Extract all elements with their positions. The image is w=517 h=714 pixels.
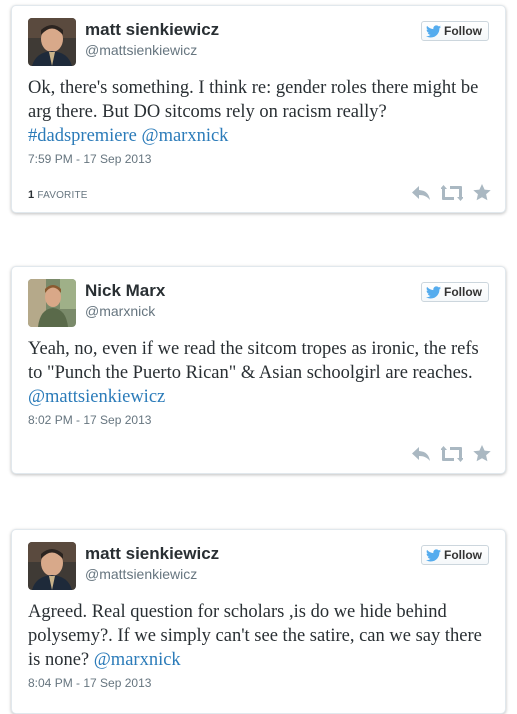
favorite-star-icon[interactable] [473,184,491,201]
favorite-count-label: FAVORITE [37,190,88,201]
avatar[interactable] [28,542,76,590]
follow-button[interactable]: Follow [421,545,489,565]
avatar-image [28,18,76,66]
tweet-actions [411,445,491,462]
tweet-timestamp[interactable]: 8:02 PM - 17 Sep 2013 [28,413,151,427]
tweet-text: Agreed. Real question for scholars ,is d… [28,600,487,672]
tweet-card: matt sienkiewicz @mattsienkiewicz Follow… [11,529,506,714]
mention-link[interactable]: @mattsienkiewicz [28,387,165,407]
author-handle[interactable]: @marxnick [85,303,155,319]
favorite-star-icon[interactable] [473,445,491,462]
tweet-text: Ok, there's something. I think re: gende… [28,76,487,148]
tweet-body: Ok, there's something. I think re: gende… [28,78,479,122]
tweet-actions [411,184,491,201]
follow-button[interactable]: Follow [421,282,489,302]
author-name[interactable]: matt sienkiewicz [85,20,219,40]
reply-icon[interactable] [411,446,431,462]
follow-label: Follow [444,548,482,562]
mention-link[interactable]: @marxnick [94,650,181,670]
follow-label: Follow [444,24,482,38]
retweet-icon[interactable] [441,184,463,201]
favorite-count[interactable]: 1 FAVORITE [28,189,88,201]
mention-link[interactable]: @marxnick [142,126,229,146]
author-name[interactable]: matt sienkiewicz [85,544,219,564]
favorite-count-number: 1 [28,189,35,201]
author-handle[interactable]: @mattsienkiewicz [85,42,197,58]
author-handle[interactable]: @mattsienkiewicz [85,566,197,582]
reply-icon[interactable] [411,185,431,201]
tweet-timestamp[interactable]: 7:59 PM - 17 Sep 2013 [28,152,151,166]
follow-button[interactable]: Follow [421,21,489,41]
twitter-bird-icon [426,548,441,561]
follow-label: Follow [444,285,482,299]
tweet-text: Yeah, no, even if we read the sitcom tro… [28,337,487,409]
avatar[interactable] [28,279,76,327]
tweet-timestamp[interactable]: 8:04 PM - 17 Sep 2013 [28,676,151,690]
twitter-bird-icon [426,24,441,37]
retweet-icon[interactable] [441,445,463,462]
tweet-card: matt sienkiewicz @mattsienkiewicz Follow… [11,5,506,213]
author-name[interactable]: Nick Marx [85,281,165,301]
tweet-card: Nick Marx @marxnick Follow Yeah, no, eve… [11,266,506,474]
tweet-body: Yeah, no, even if we read the sitcom tro… [28,339,479,383]
avatar[interactable] [28,18,76,66]
hashtag-link[interactable]: #dadspremiere [28,126,137,146]
twitter-bird-icon [426,285,441,298]
avatar-image [28,279,76,327]
avatar-image [28,542,76,590]
